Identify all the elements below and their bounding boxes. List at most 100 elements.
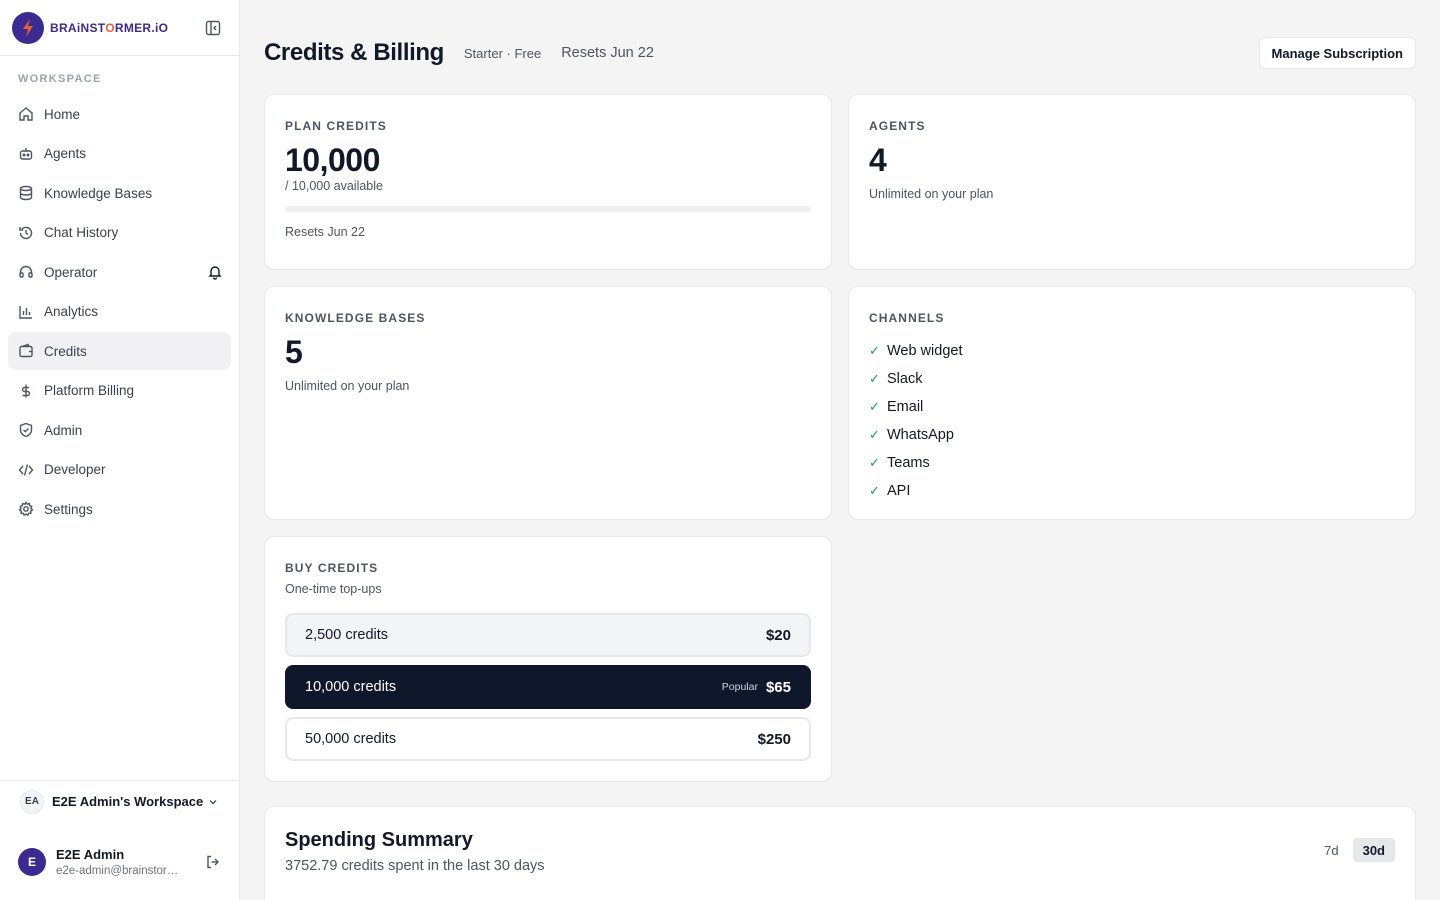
sidebar-item-label: Operator [44, 264, 98, 280]
spending-summary-card: Spending Summary 3752.79 credits spent i… [264, 806, 1416, 900]
card-label: KNOWLEDGE BASES [285, 311, 426, 325]
history-icon [19, 226, 33, 239]
chevron-down-icon [209, 799, 217, 804]
collapse-sidebar-icon[interactable] [203, 18, 223, 38]
user-name: E2E Admin [56, 847, 125, 862]
brand-header: BRAiNSTORMER.iO [0, 0, 239, 56]
list-item: ✓ Slack [869, 365, 1395, 393]
wallet-icon [19, 343, 33, 358]
workspace-name: E2E Admin's Workspace [52, 794, 204, 809]
sidebar-item-platform-billing[interactable]: Platform Billing [8, 372, 231, 410]
channel-name: Email [887, 399, 924, 415]
sidebar-item-label: Home [44, 106, 81, 122]
plan-badge: Starter · Free [463, 45, 542, 61]
sidebar-item-admin[interactable]: Admin [8, 411, 231, 449]
check-icon: ✓ [869, 483, 880, 498]
page-header: Credits & Billing Starter · Free Resets … [264, 36, 1416, 70]
sidebar-item-label: Admin [44, 422, 83, 438]
brainstormer-logo-icon[interactable] [12, 11, 44, 44]
pack-price: $20 [765, 626, 791, 644]
list-item: ✓ Email [869, 393, 1395, 421]
logout-icon[interactable] [205, 854, 221, 870]
workspace-section-label: WORKSPACE [18, 73, 102, 85]
credit-pack-2500[interactable]: 2,500 credits $20 [285, 613, 811, 657]
channel-name: API [887, 483, 911, 499]
user-info: E2E Admin e2e-admin@brainstormer.io [56, 847, 205, 877]
plan-credits-card: PLAN CREDITS 10,000 / 10,000 available R… [264, 94, 832, 270]
gear-icon [18, 501, 34, 517]
manage-subscription-button[interactable]: Manage Subscription [1258, 37, 1416, 69]
range-7d-button[interactable]: 7d [1314, 838, 1348, 862]
channels-card: CHANNELS ✓ Web widget ✓ Slack ✓ Email ✓ What… [848, 286, 1416, 520]
buy-credits-subtitle: One-time top-ups [285, 582, 382, 596]
sidebar-item-label: Credits [44, 343, 87, 359]
brand-name: BRAiNSTORMER.iO [50, 20, 169, 35]
sidebar: BRAiNSTORMER.iO WORKSPACE Home Agents Kn… [0, 0, 240, 900]
pack-price: $250 [757, 730, 791, 748]
bar-chart-icon [19, 305, 32, 319]
user-email: e2e-admin@brainstormer.io [56, 865, 186, 877]
bell-icon[interactable] [207, 264, 223, 280]
check-icon: ✓ [869, 371, 880, 386]
sidebar-item-label: Settings [44, 501, 93, 517]
agents-count: 4 [869, 142, 887, 178]
knowledge-bases-count: 5 [285, 334, 303, 370]
card-label: PLAN CREDITS [285, 119, 387, 133]
avatar[interactable]: E [18, 848, 46, 876]
knowledge-bases-note: Unlimited on your plan [285, 379, 410, 393]
check-icon: ✓ [869, 427, 880, 442]
sidebar-item-label: Chat History [44, 225, 119, 240]
sidebar-item-home[interactable]: Home [8, 95, 231, 133]
channel-name: Teams [887, 455, 930, 471]
page-title: Credits & Billing [264, 39, 444, 66]
sidebar-item-label: Agents [44, 146, 87, 161]
card-label: CHANNELS [869, 311, 945, 325]
sidebar-item-agents[interactable]: Agents [8, 135, 231, 173]
user-profile: E E2E Admin e2e-admin@brainstormer.io [0, 836, 239, 888]
knowledge-bases-card: KNOWLEDGE BASES 5 Unlimited on your plan [264, 286, 832, 520]
check-icon: ✓ [869, 343, 880, 358]
sidebar-item-developer[interactable]: Developer [8, 451, 231, 489]
workspace-switcher[interactable]: EA E2E Admin's Workspace [0, 780, 239, 822]
buy-credits-card: BUY CREDITS One-time top-ups 2,500 credi… [264, 536, 832, 782]
plan-credits-available: / 10,000 available [285, 179, 383, 193]
channel-name: WhatsApp [887, 427, 954, 443]
range-toggle: 7d 30d [1314, 838, 1395, 862]
sidebar-item-label: Analytics [44, 304, 99, 319]
pack-price: $65 [765, 678, 791, 696]
list-item: ✓ API [869, 477, 1395, 505]
spending-title: Spending Summary [285, 829, 473, 851]
main-content: Credits & Billing Starter · Free Resets … [240, 0, 1440, 900]
credit-pack-50000[interactable]: 50,000 credits $250 [285, 717, 811, 761]
credit-pack-10000[interactable]: 10,000 credits Popular $65 [285, 665, 811, 709]
sidebar-item-label: Developer [44, 462, 106, 477]
channel-list: ✓ Web widget ✓ Slack ✓ Email ✓ WhatsApp ✓ Tea… [869, 337, 1395, 505]
sidebar-item-operator[interactable]: Operator [8, 253, 231, 291]
plan-credits-value: 10,000 [285, 142, 380, 178]
sidebar-item-settings[interactable]: Settings [8, 490, 231, 528]
check-icon: ✓ [869, 455, 880, 470]
bot-icon [19, 147, 33, 160]
headset-icon [19, 265, 33, 278]
spending-subtitle: 3752.79 credits spent in the last 30 day… [285, 858, 545, 874]
code-icon [18, 463, 34, 476]
agents-note: Unlimited on your plan [869, 187, 994, 201]
sidebar-item-label: Knowledge Bases [44, 185, 153, 201]
range-30d-button[interactable]: 30d [1352, 838, 1395, 862]
shield-icon [19, 422, 33, 438]
sidebar-nav: Home Agents Knowledge Bases Chat History… [0, 95, 239, 528]
check-icon: ✓ [869, 399, 880, 414]
database-icon [19, 185, 33, 201]
card-label: BUY CREDITS [285, 561, 379, 575]
sidebar-item-knowledge-bases[interactable]: Knowledge Bases [8, 174, 231, 212]
home-icon [19, 107, 33, 121]
sidebar-item-analytics[interactable]: Analytics [8, 293, 231, 331]
credits-progress-bar [285, 206, 811, 212]
list-item: ✓ WhatsApp [869, 421, 1395, 449]
sidebar-item-chat-history[interactable]: Chat History [8, 214, 231, 252]
sidebar-item-credits[interactable]: Credits [8, 332, 231, 370]
reset-date: Resets Jun 22 [561, 45, 654, 61]
channel-name: Web widget [887, 343, 963, 359]
pack-credits: 2,500 credits [305, 627, 389, 643]
dollar-icon [21, 384, 31, 397]
